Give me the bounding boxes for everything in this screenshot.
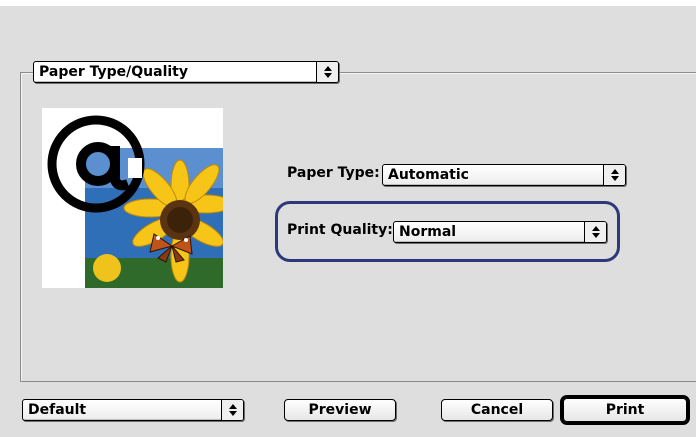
paper-type-value: Automatic (388, 167, 469, 183)
preset-value: Default (28, 402, 87, 418)
panel-selector-value: Paper Type/Quality (39, 64, 189, 80)
paper-type-label: Paper Type: (287, 165, 380, 181)
paper-preview-image (42, 108, 223, 288)
popup-arrows-icon (584, 222, 606, 242)
popup-arrows-icon (221, 400, 243, 420)
cancel-button[interactable]: Cancel (441, 399, 553, 421)
print-quality-value: Normal (399, 224, 457, 240)
paper-type-popup[interactable]: Automatic (382, 164, 626, 186)
panel-selector-popup[interactable]: Paper Type/Quality (33, 61, 339, 83)
window-top-edge (0, 0, 696, 6)
preview-button[interactable]: Preview (284, 399, 396, 421)
popup-arrows-icon (603, 165, 625, 185)
popup-arrows-icon (316, 62, 338, 82)
print-button[interactable]: Print (563, 398, 687, 422)
print-quality-label: Print Quality: (287, 222, 393, 238)
preset-popup[interactable]: Default (22, 399, 244, 421)
print-quality-popup[interactable]: Normal (393, 221, 607, 243)
